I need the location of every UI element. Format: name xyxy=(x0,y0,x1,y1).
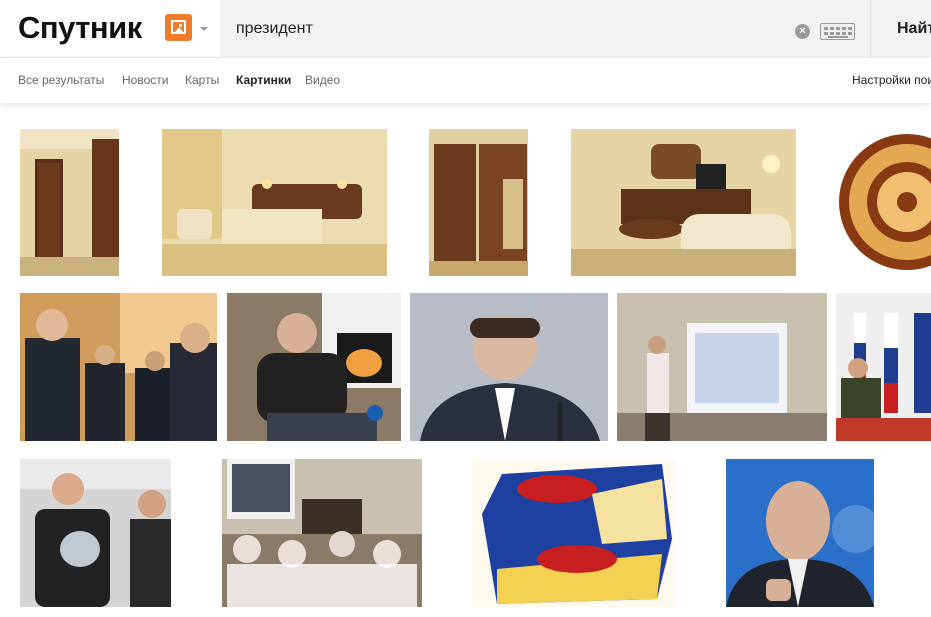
tab-images[interactable]: Картинки xyxy=(236,73,291,87)
image-result-wardrobe[interactable] xyxy=(429,129,528,276)
image-result-presentation-screen[interactable] xyxy=(617,293,827,441)
search-input[interactable] xyxy=(236,17,776,41)
clear-icon[interactable]: × xyxy=(795,24,810,39)
image-result-man-at-microphone[interactable] xyxy=(410,293,608,441)
image-result-ornamental-rosette[interactable] xyxy=(837,129,931,276)
tab-maps[interactable]: Карты xyxy=(185,73,219,87)
search-settings-link[interactable]: Настройки поиска xyxy=(852,73,931,87)
keyboard-icon[interactable] xyxy=(820,23,855,40)
logo[interactable]: Спутник xyxy=(18,10,142,46)
image-result-summit-leaders[interactable] xyxy=(20,293,217,441)
image-result-flags-press-conference[interactable] xyxy=(836,293,931,441)
chevron-down-icon[interactable] xyxy=(200,27,208,31)
tab-video[interactable]: Видео xyxy=(305,73,340,87)
image-result-man-portrait-blue[interactable] xyxy=(726,459,874,607)
tab-news[interactable]: Новости xyxy=(122,73,168,87)
image-result-hotel-living-room[interactable] xyxy=(571,129,796,276)
image-result-award-ceremony[interactable] xyxy=(20,459,171,607)
search-tabs: Все результаты Новости Карты Картинки Ви… xyxy=(0,58,931,103)
image-search-icon[interactable] xyxy=(165,14,192,41)
tab-all-results[interactable]: Все результаты xyxy=(18,73,104,87)
image-result-hotel-room-door[interactable] xyxy=(20,129,119,276)
search-button[interactable]: Найти xyxy=(870,0,931,58)
search-box: × xyxy=(220,0,870,58)
header-bar: Спутник × Найти xyxy=(0,0,931,58)
image-result-audience-watching-screen[interactable] xyxy=(222,459,422,607)
image-result-man-by-fireplace[interactable] xyxy=(227,293,401,441)
image-result-cheese-package[interactable] xyxy=(472,459,675,607)
image-result-hotel-bedroom[interactable] xyxy=(162,129,387,276)
